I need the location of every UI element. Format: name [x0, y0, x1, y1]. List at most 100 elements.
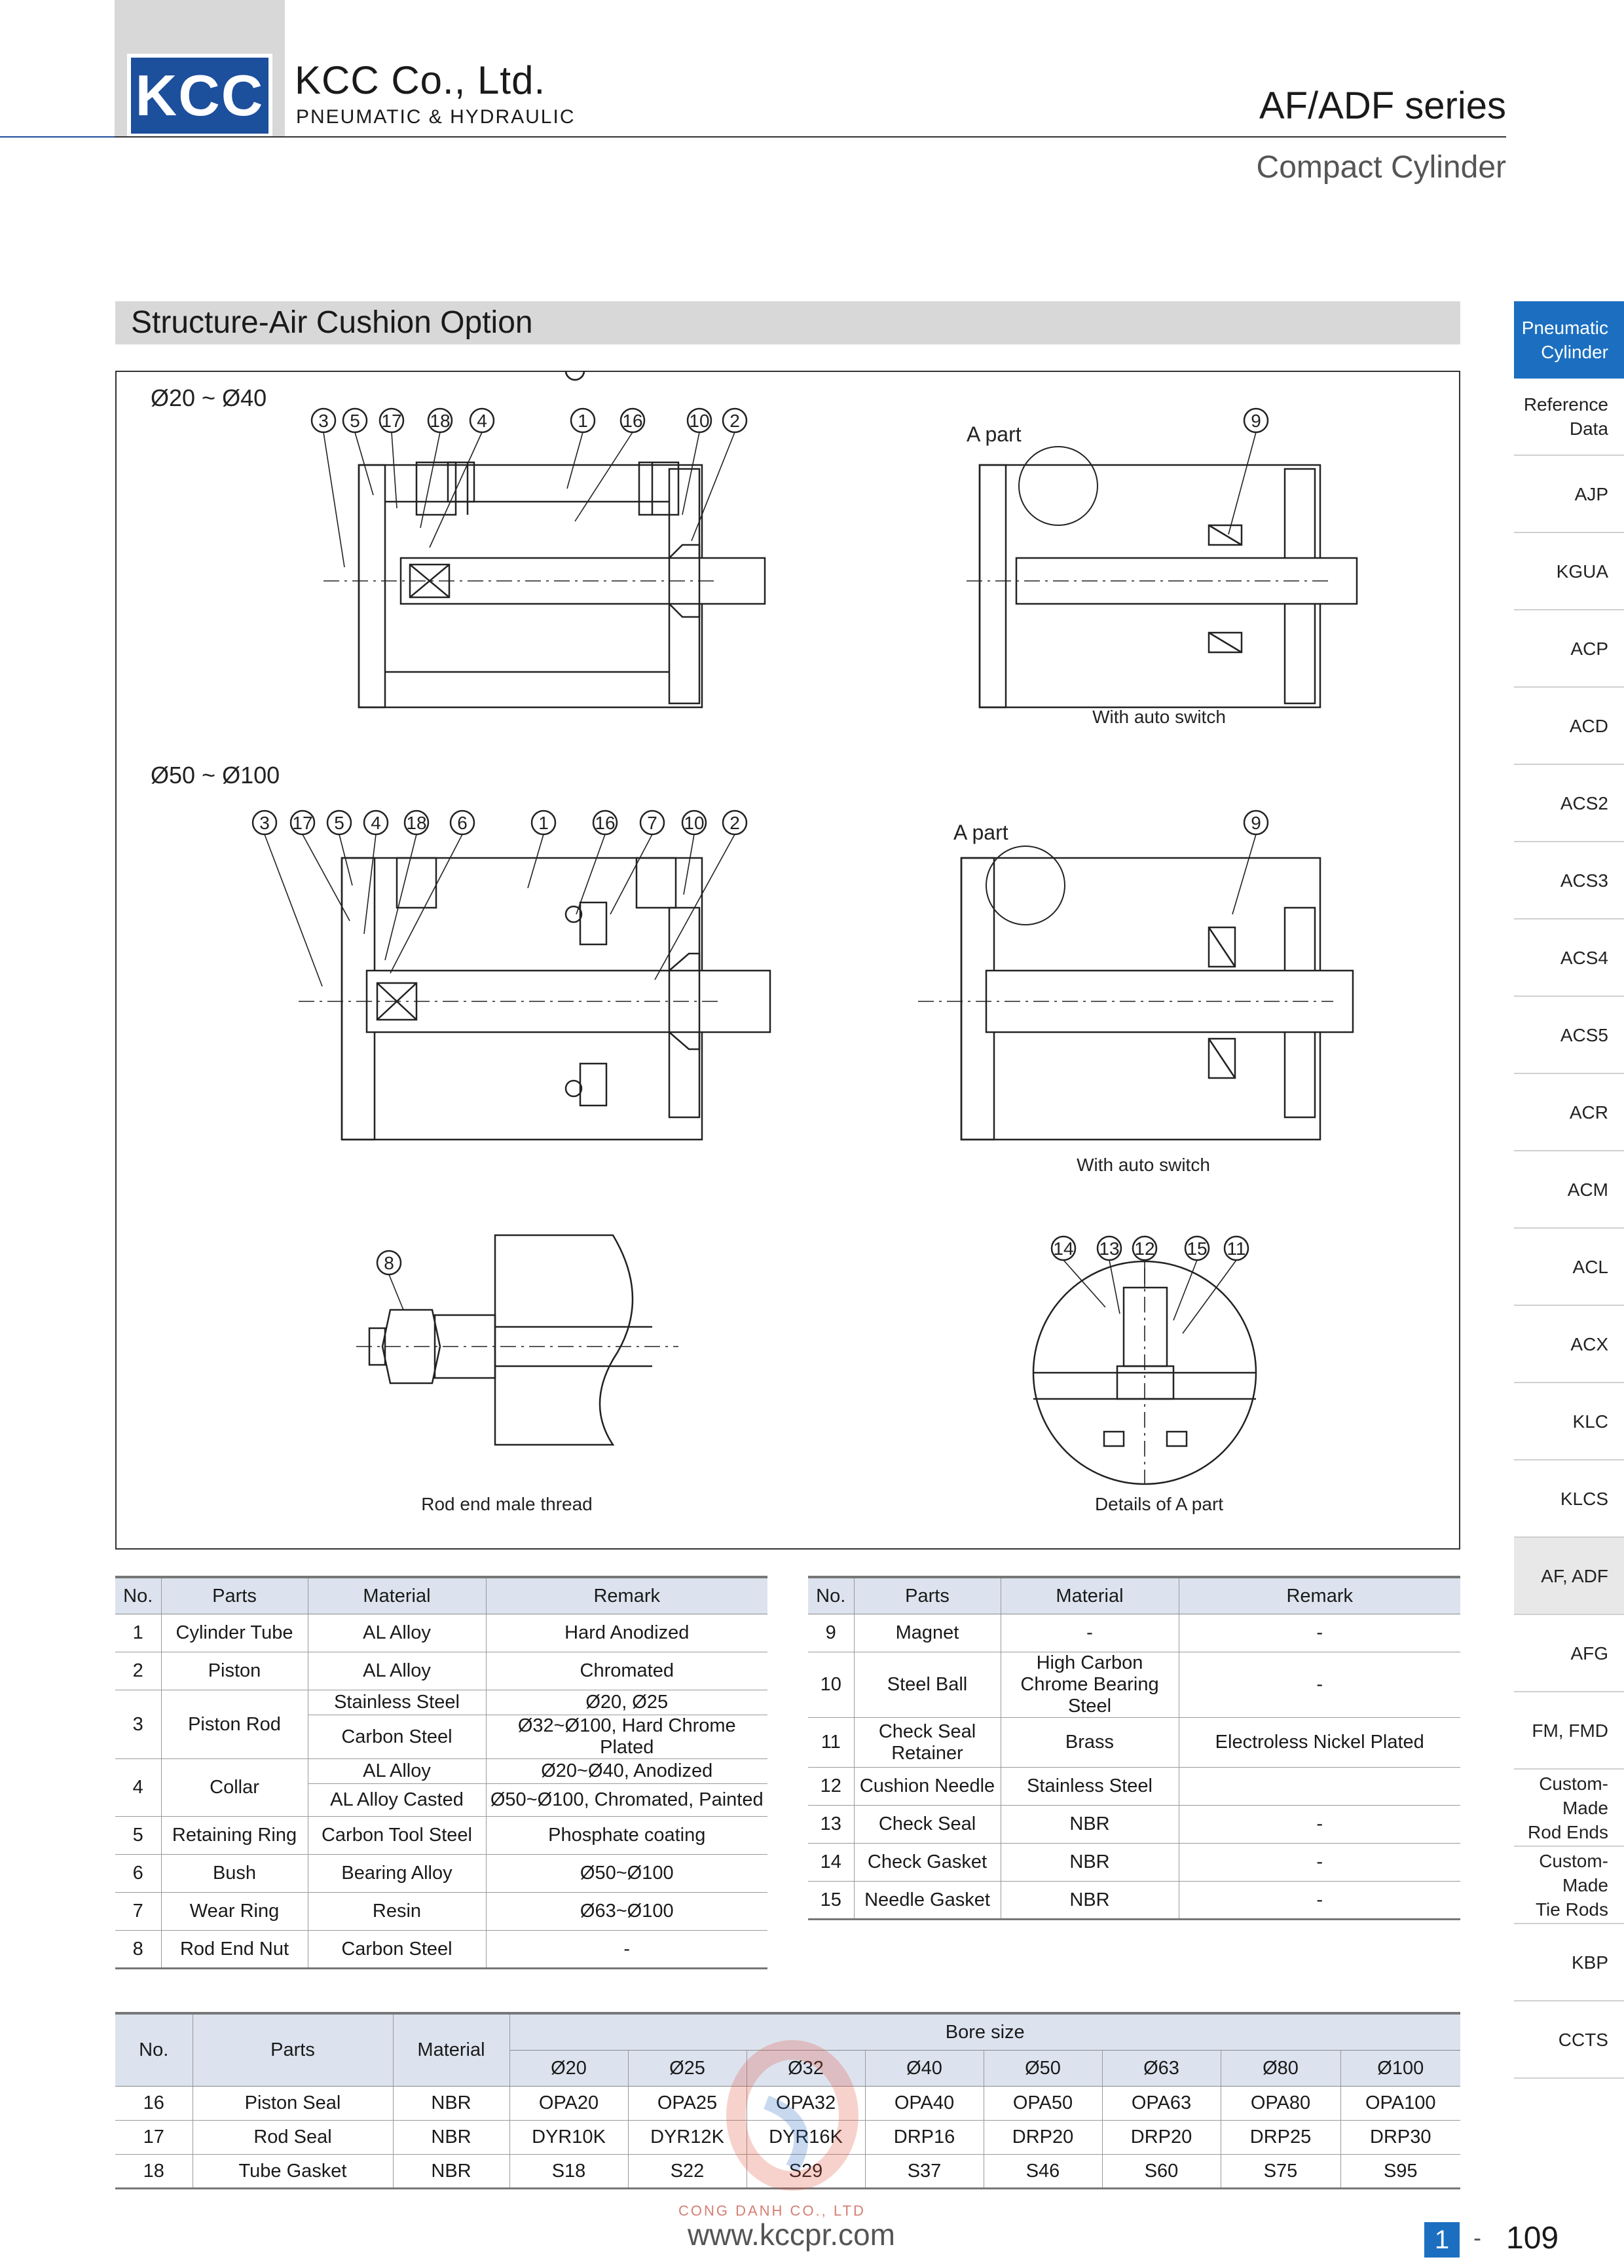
sidebar-item-custom-made-tie-rods[interactable]: Custom- Made Tie Rods: [1514, 1847, 1624, 1924]
table-row: 9 Magnet - -: [808, 1614, 1460, 1652]
watermark-logo: [726, 2040, 858, 2191]
part-material: NBR: [392, 2154, 510, 2189]
svg-text:3: 3: [259, 813, 270, 833]
part-material: Resin: [307, 1892, 487, 1931]
part-material: Carbon Steel: [308, 1715, 487, 1759]
seal-model: OPA50: [983, 2086, 1103, 2121]
part-remark: Ø20~Ø40, Anodized: [485, 1758, 767, 1784]
sidebar-item-afg[interactable]: AFG: [1514, 1615, 1624, 1692]
svg-text:18: 18: [406, 813, 426, 833]
bore-header: Ø100: [1340, 2050, 1460, 2087]
sidebar-item-fm-fmd[interactable]: FM, FMD: [1514, 1692, 1624, 1770]
part-name: Collar: [160, 1758, 308, 1817]
sidebar-item-ccts[interactable]: CCTS: [1514, 2001, 1624, 2079]
part-material: AL Alloy: [307, 1652, 487, 1690]
header-divider: [0, 136, 1506, 138]
part-name: Magnet: [853, 1614, 1001, 1652]
part-remark: Hard Anodized: [485, 1614, 767, 1652]
sidebar-item-acs2[interactable]: ACS2: [1514, 765, 1624, 842]
sidebar-item-kgua[interactable]: KGUA: [1514, 533, 1624, 610]
part-material: AL Alloy Casted: [308, 1783, 487, 1817]
svg-text:2: 2: [729, 813, 740, 833]
section-title: Structure-Air Cushion Option: [131, 305, 533, 340]
table-row: 15 Needle Gasket NBR -: [808, 1881, 1460, 1920]
part-remark: Ø20, Ø25: [485, 1690, 767, 1715]
seal-model: S60: [1101, 2154, 1221, 2189]
sidebar-item-pneumatic-cylinder[interactable]: Pneumatic Cylinder: [1514, 301, 1624, 379]
part-name: Bush: [160, 1854, 308, 1893]
svg-text:6: 6: [457, 813, 468, 833]
seal-model: S18: [509, 2154, 629, 2189]
part-name: Check Seal: [853, 1805, 1001, 1844]
callouts-small: 3 5 17 18 4 1 16 10 2: [310, 407, 748, 568]
column-header: Parts: [192, 2012, 394, 2087]
column-header: Remark: [485, 1576, 767, 1614]
part-number: 17: [115, 2120, 193, 2155]
table-row: 7 Wear Ring Resin Ø63~Ø100: [115, 1892, 767, 1931]
svg-text:3: 3: [318, 411, 329, 431]
part-name: Steel Ball: [853, 1652, 1001, 1718]
table-row: 14 Check Gasket NBR -: [808, 1843, 1460, 1882]
sidebar-item-klcs[interactable]: KLCS: [1514, 1460, 1624, 1538]
sidebar-item-af-adf[interactable]: AF, ADF: [1514, 1538, 1624, 1615]
part-name: Piston Rod: [160, 1690, 308, 1759]
header-divider-accent: [0, 136, 115, 138]
drawing-rod-end-thread: 8 Rod end male thread: [356, 1234, 678, 1514]
sidebar-item-acp[interactable]: ACP: [1514, 610, 1624, 688]
caption-auto-switch-2: With auto switch: [1077, 1155, 1210, 1175]
svg-text:12: 12: [1134, 1238, 1154, 1259]
svg-text:13: 13: [1099, 1238, 1119, 1259]
sidebar-item-acm[interactable]: ACM: [1514, 1151, 1624, 1229]
part-material: Brass: [1000, 1717, 1179, 1768]
sidebar-item-acx[interactable]: ACX: [1514, 1306, 1624, 1383]
table-row: 2 Piston AL Alloy Chromated: [115, 1652, 767, 1690]
sidebar-item-acd[interactable]: ACD: [1514, 688, 1624, 765]
seal-model: OPA63: [1101, 2086, 1221, 2121]
part-number: 6: [115, 1854, 162, 1893]
svg-text:1: 1: [538, 813, 549, 833]
page-separator: -: [1473, 2224, 1481, 2251]
drawing-large-bore-auto-switch: A part 9 With auto switch: [918, 809, 1354, 1175]
sidebar-item-custom-made-rod-ends[interactable]: Custom- Made Rod Ends: [1514, 1770, 1624, 1847]
part-material: Stainless Steel: [1000, 1767, 1179, 1806]
sidebar-item-ajp[interactable]: AJP: [1514, 456, 1624, 533]
part-name: Wear Ring: [160, 1892, 308, 1931]
svg-text:9: 9: [1251, 813, 1261, 833]
column-header: Material: [392, 2012, 510, 2087]
part-material: NBR: [392, 2086, 510, 2121]
svg-text:17: 17: [292, 813, 312, 833]
sidebar-item-kbp[interactable]: KBP: [1514, 1924, 1624, 2001]
part-number: 4: [115, 1758, 162, 1817]
footer-url[interactable]: www.kccpr.com: [688, 2217, 895, 2252]
sidebar-item-acl[interactable]: ACL: [1514, 1229, 1624, 1306]
column-header: No.: [115, 2012, 193, 2087]
kcc-logo-text: KCC: [135, 63, 265, 128]
part-number: 15: [808, 1881, 855, 1920]
svg-text:5: 5: [334, 813, 344, 833]
svg-text:2: 2: [729, 411, 740, 431]
company-subtitle: PNEUMATIC & HYDRAULIC: [296, 106, 576, 128]
a-part-label-2: A part: [953, 821, 1008, 844]
part-material: NBR: [1000, 1843, 1179, 1882]
part-remark: Phosphate coating: [485, 1816, 767, 1855]
part-remark: Ø50~Ø100, Chromated, Painted: [485, 1783, 767, 1817]
bore-header: Ø50: [983, 2050, 1103, 2087]
sidebar-item-acr[interactable]: ACR: [1514, 1074, 1624, 1151]
drawing-small-bore-section: Ø20 ~ Ø40: [151, 371, 766, 709]
bore-header: Ø80: [1220, 2050, 1341, 2087]
sidebar-item-reference-data[interactable]: Reference Data: [1514, 379, 1624, 456]
sidebar-item-acs5[interactable]: ACS5: [1514, 997, 1624, 1074]
part-remark: [1178, 1767, 1460, 1806]
column-header: Material: [1000, 1576, 1179, 1614]
svg-text:8: 8: [384, 1253, 394, 1273]
part-name: Cushion Needle: [853, 1767, 1001, 1806]
sidebar-item-klc[interactable]: KLC: [1514, 1383, 1624, 1460]
part-number: 18: [115, 2154, 193, 2189]
table-row: 10 Steel Ball High Carbon Chrome Bearing S…: [808, 1652, 1460, 1718]
part-number: 9: [808, 1614, 855, 1652]
caption-auto-switch-1: With auto switch: [1092, 707, 1226, 727]
sidebar-item-acs4[interactable]: ACS4: [1514, 920, 1624, 997]
seal-model: OPA80: [1220, 2086, 1341, 2121]
sidebar-item-acs3[interactable]: ACS3: [1514, 842, 1624, 920]
svg-text:9: 9: [1251, 411, 1261, 431]
